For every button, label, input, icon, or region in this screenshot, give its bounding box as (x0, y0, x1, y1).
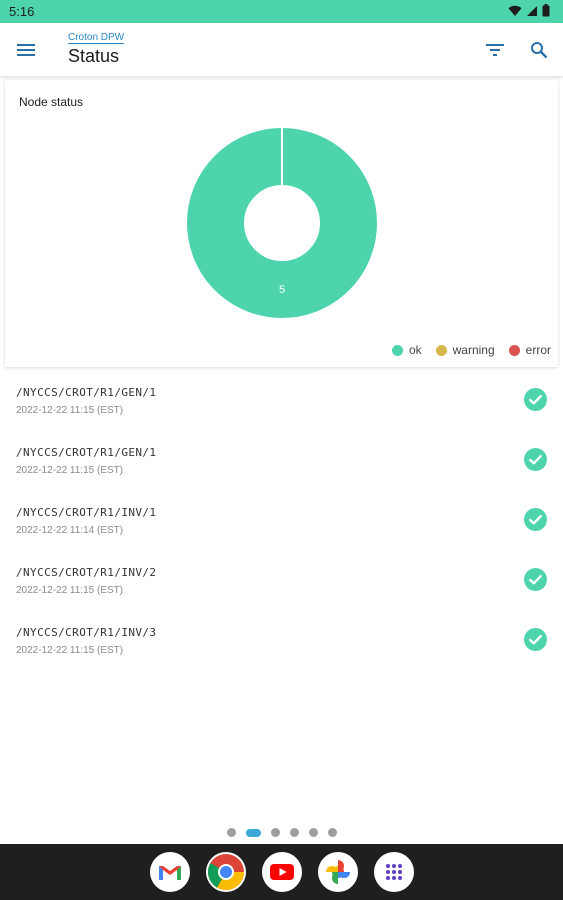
app-drawer-icon (386, 864, 402, 880)
legend-dot-ok (391, 344, 403, 356)
gmail-icon (159, 866, 181, 880)
page-dot[interactable] (226, 828, 236, 837)
legend-dot-warning (435, 344, 447, 356)
node-status-card: Node status 5 ok warning error (5, 80, 558, 367)
node-timestamp: 2022-12-22 11:15 (EST) (16, 465, 124, 476)
search-icon (531, 42, 548, 59)
search-button[interactable] (527, 38, 551, 62)
legend-label-warning: warning (452, 343, 495, 357)
gmail-app-button[interactable] (150, 852, 190, 892)
chrome-app-button[interactable] (206, 852, 246, 892)
page-dot[interactable] (270, 828, 280, 837)
filter-icon (486, 44, 504, 56)
photos-app-button[interactable] (318, 852, 358, 892)
legend-label-error: error (525, 343, 551, 357)
node-status-donut-chart: 5 (187, 128, 377, 318)
page-indicator (0, 828, 563, 837)
check-circle-icon (524, 448, 547, 471)
node-timestamp: 2022-12-22 11:15 (EST) (16, 645, 124, 656)
list-item[interactable]: /NYCCS/CROT/R1/INV/2 2022-12-22 11:15 (E… (0, 550, 563, 610)
node-path: /NYCCS/CROT/R1/INV/1 (16, 506, 157, 519)
node-timestamp: 2022-12-22 11:15 (EST) (16, 405, 124, 416)
chart-legend: ok warning error (391, 343, 551, 357)
status-time: 5:16 (9, 4, 35, 19)
list-item[interactable]: /NYCCS/CROT/R1/GEN/1 2022-12-22 11:15 (E… (0, 430, 563, 490)
chart-title: Node status (19, 95, 84, 109)
list-item[interactable]: /NYCCS/CROT/R1/INV/3 2022-12-22 11:15 (E… (0, 610, 563, 670)
page-dot[interactable] (308, 828, 318, 837)
check-circle-icon (524, 508, 547, 531)
page-dot[interactable] (289, 828, 299, 837)
check-circle-icon (524, 388, 547, 411)
legend-label-ok: ok (408, 343, 422, 357)
legend-item-warning[interactable]: warning (435, 343, 495, 357)
app-dock (0, 844, 563, 900)
chrome-icon (207, 854, 244, 891)
check-circle-icon (524, 628, 547, 651)
legend-item-ok[interactable]: ok (391, 343, 422, 357)
app-subtitle-link[interactable]: Croton DPW (68, 32, 125, 44)
filter-button[interactable] (483, 38, 507, 62)
battery-icon (542, 4, 550, 17)
photos-icon (326, 860, 350, 884)
node-timestamp: 2022-12-22 11:15 (EST) (16, 585, 124, 596)
youtube-app-button[interactable] (262, 852, 302, 892)
node-path: /NYCCS/CROT/R1/GEN/1 (16, 446, 157, 459)
status-icons (508, 4, 550, 17)
donut-data-label: 5 (279, 284, 285, 296)
page-title: Status (68, 46, 120, 66)
list-item[interactable]: /NYCCS/CROT/R1/INV/1 2022-12-22 11:14 (E… (0, 490, 563, 550)
cellular-icon (527, 5, 537, 16)
node-path: /NYCCS/CROT/R1/INV/2 (16, 566, 157, 579)
youtube-icon (270, 864, 294, 880)
page-dot[interactable] (327, 828, 337, 837)
app-drawer-button[interactable] (374, 852, 414, 892)
menu-button[interactable] (14, 39, 38, 61)
node-timestamp: 2022-12-22 11:14 (EST) (16, 525, 124, 536)
app-bar: Croton DPW Status (0, 23, 563, 76)
legend-item-error[interactable]: error (508, 343, 551, 357)
check-circle-icon (524, 568, 547, 591)
node-list: /NYCCS/CROT/R1/GEN/1 2022-12-22 11:15 (E… (0, 370, 563, 670)
node-path: /NYCCS/CROT/R1/GEN/1 (16, 386, 157, 399)
wifi-icon (508, 5, 522, 16)
page-dot-active[interactable] (245, 828, 261, 837)
list-item[interactable]: /NYCCS/CROT/R1/GEN/1 2022-12-22 11:15 (E… (0, 370, 563, 430)
node-path: /NYCCS/CROT/R1/INV/3 (16, 626, 157, 639)
legend-dot-error (508, 344, 520, 356)
menu-icon (17, 44, 35, 56)
status-bar: 5:16 (0, 0, 563, 23)
